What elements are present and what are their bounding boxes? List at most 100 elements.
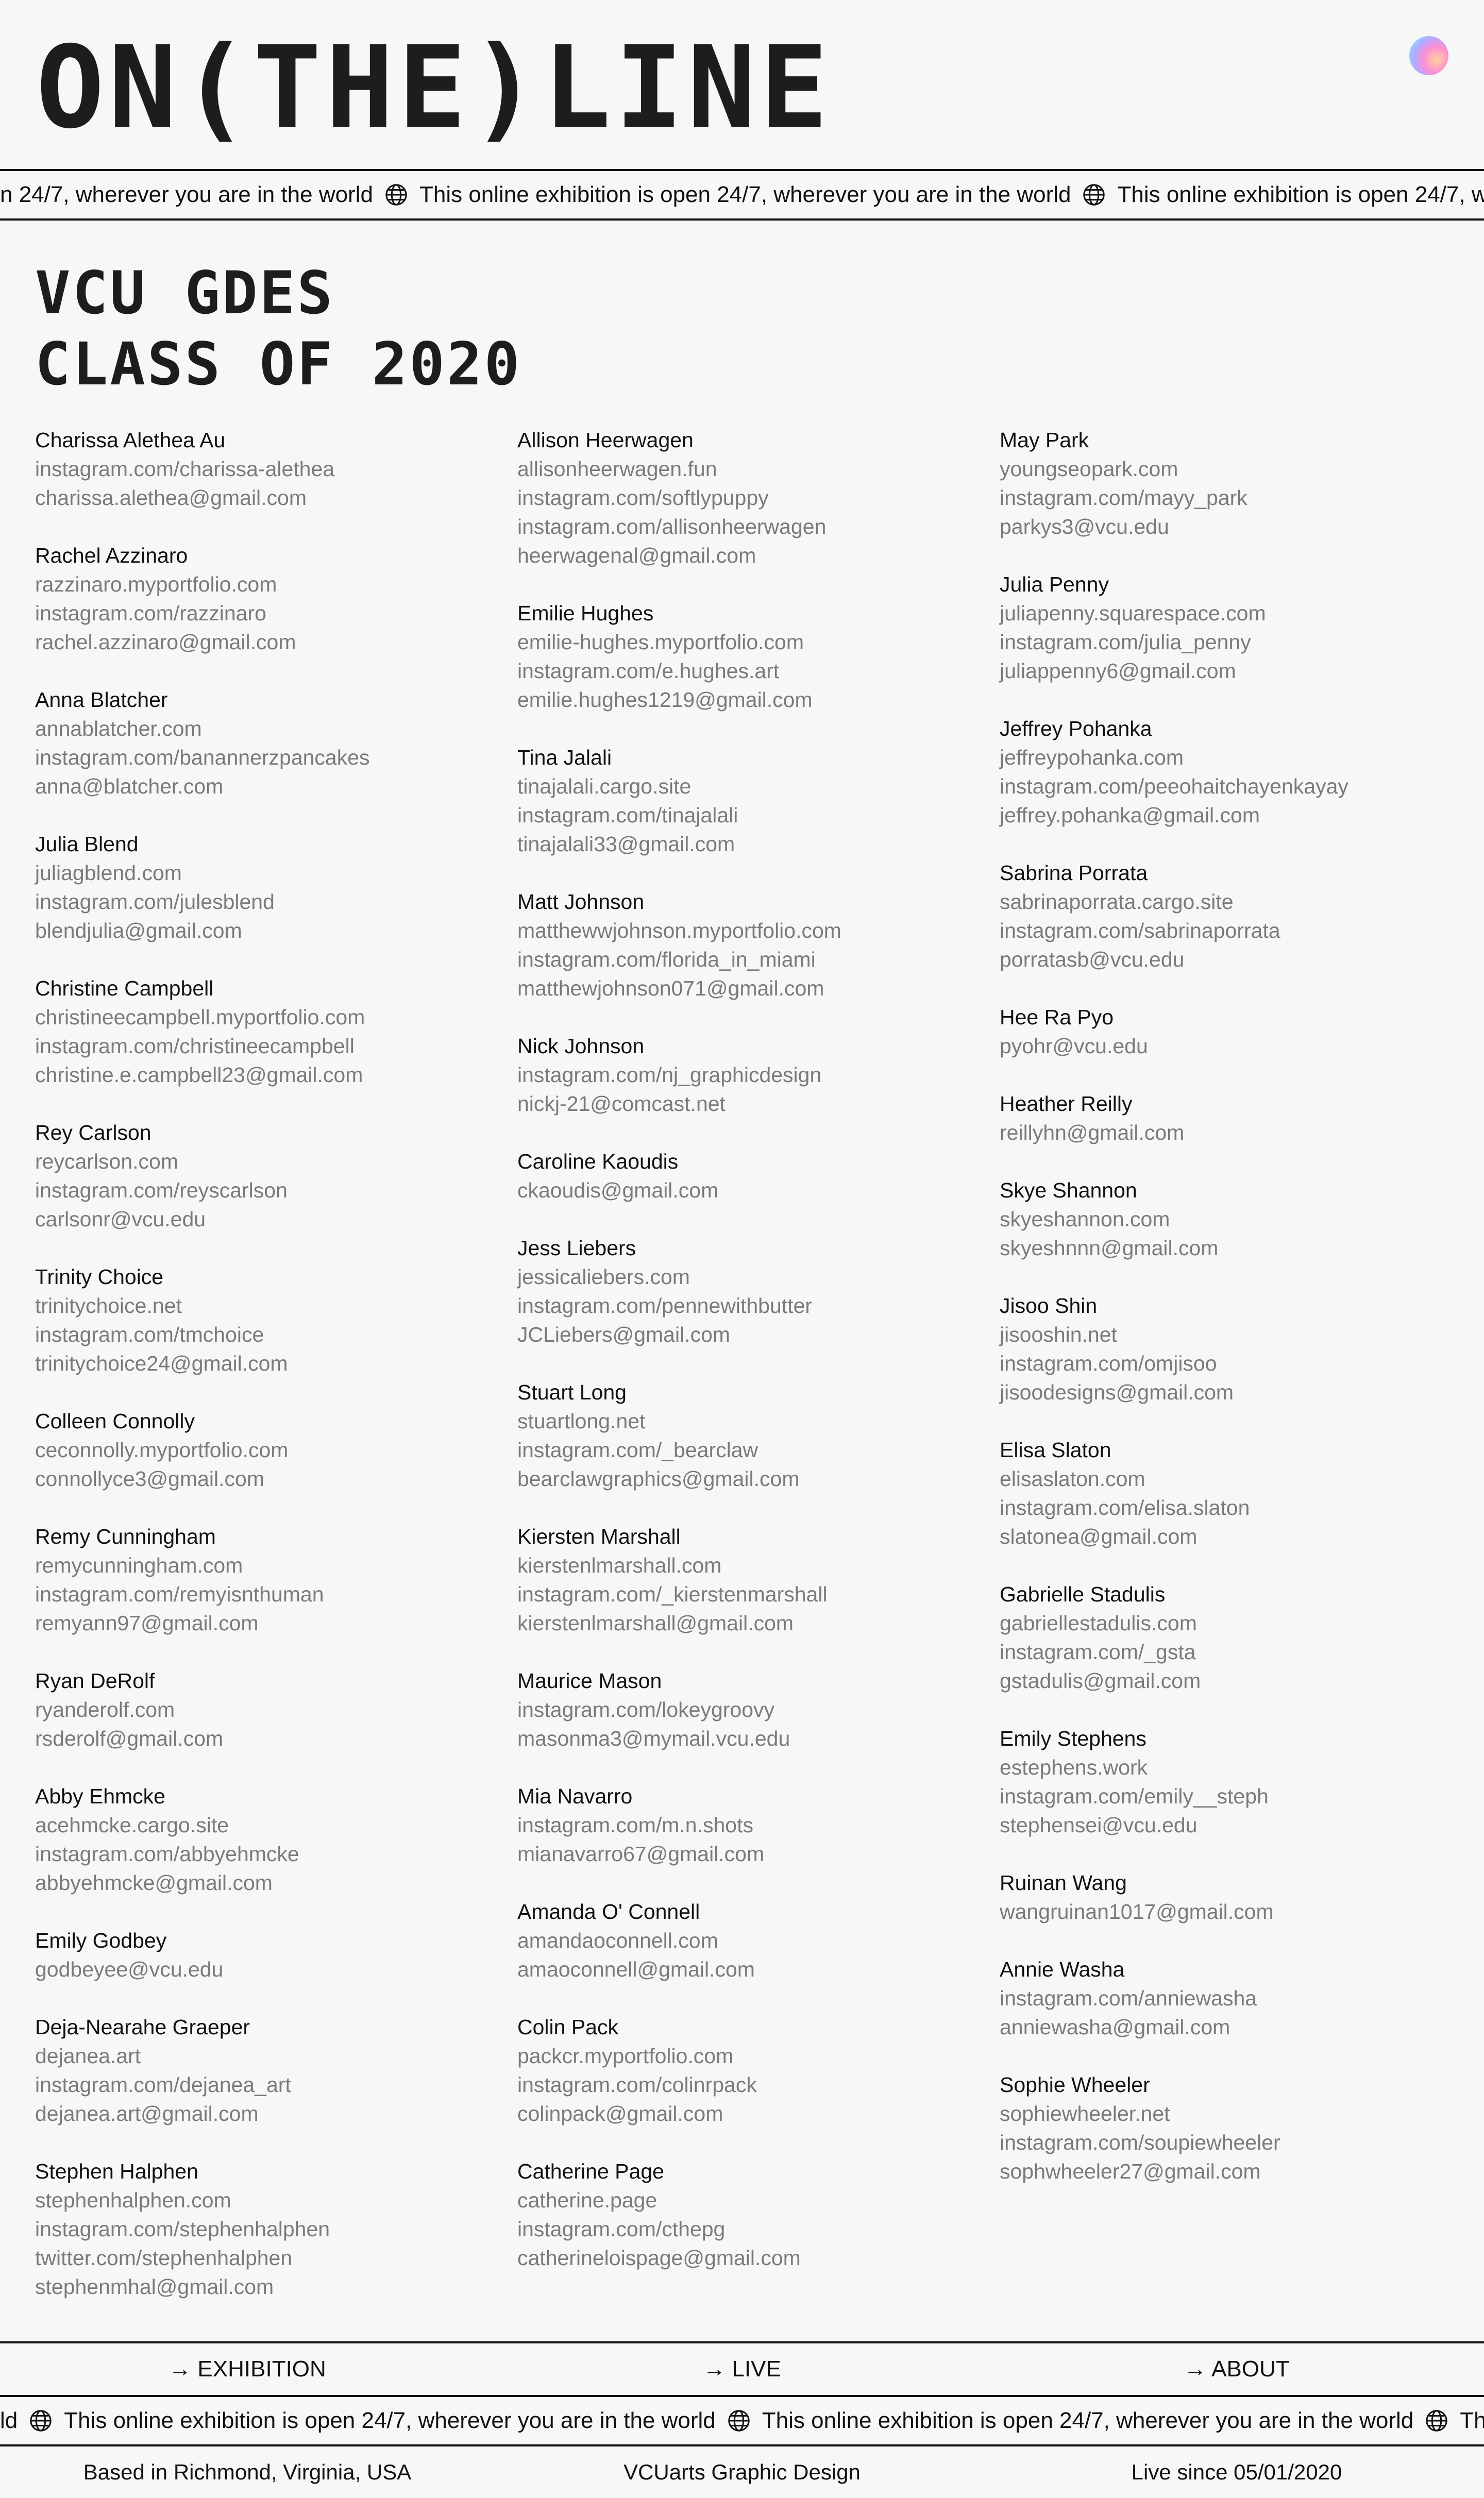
student-link[interactable]: remycunningham.com: [35, 1551, 517, 1580]
student-link[interactable]: juliappenny6@gmail.com: [1000, 656, 1452, 685]
student-link[interactable]: colinpack@gmail.com: [517, 2099, 1000, 2128]
student-link[interactable]: instagram.com/razzinaro: [35, 599, 517, 628]
student-link[interactable]: packcr.myportfolio.com: [517, 2041, 1000, 2070]
student-link[interactable]: skyeshannon.com: [1000, 1205, 1452, 1234]
student-link[interactable]: tinajalali.cargo.site: [517, 772, 1000, 801]
student-link[interactable]: kierstenlmarshall.com: [517, 1551, 1000, 1580]
student-link[interactable]: instagram.com/tinajalali: [517, 801, 1000, 830]
student-link[interactable]: trinitychoice24@gmail.com: [35, 1349, 517, 1378]
student-link[interactable]: emilie-hughes.myportfolio.com: [517, 628, 1000, 656]
student-link[interactable]: godbeyee@vcu.edu: [35, 1955, 517, 1984]
student-link[interactable]: instagram.com/dejanea_art: [35, 2070, 517, 2099]
nav-live-link[interactable]: → LIVE: [495, 2356, 989, 2382]
student-link[interactable]: charissa.alethea@gmail.com: [35, 483, 517, 512]
student-link[interactable]: dejanea.art@gmail.com: [35, 2099, 517, 2128]
student-link[interactable]: twitter.com/stephenhalphen: [35, 2243, 517, 2272]
nav-exhibition-link[interactable]: → EXHIBITION: [0, 2356, 495, 2382]
student-link[interactable]: matthewjohnson071@gmail.com: [517, 974, 1000, 1003]
student-link[interactable]: slatonea@gmail.com: [1000, 1522, 1452, 1551]
student-link[interactable]: rsderolf@gmail.com: [35, 1724, 517, 1753]
student-link[interactable]: allisonheerwagen.fun: [517, 454, 1000, 483]
student-link[interactable]: instagram.com/tmchoice: [35, 1320, 517, 1349]
student-link[interactable]: masonma3@mymail.vcu.edu: [517, 1724, 1000, 1753]
student-link[interactable]: instagram.com/_gsta: [1000, 1638, 1452, 1666]
student-link[interactable]: instagram.com/allisonheerwagen: [517, 512, 1000, 541]
student-link[interactable]: juliagblend.com: [35, 858, 517, 887]
student-link[interactable]: stephenmhal@gmail.com: [35, 2272, 517, 2301]
student-link[interactable]: instagram.com/christineecampbell: [35, 1032, 517, 1060]
student-link[interactable]: connollyce3@gmail.com: [35, 1464, 517, 1493]
student-link[interactable]: bearclawgraphics@gmail.com: [517, 1464, 1000, 1493]
student-link[interactable]: ckaoudis@gmail.com: [517, 1176, 1000, 1205]
gradient-orb-icon[interactable]: [1409, 36, 1448, 75]
student-link[interactable]: instagram.com/_bearclaw: [517, 1436, 1000, 1464]
student-link[interactable]: instagram.com/reyscarlson: [35, 1176, 517, 1205]
student-link[interactable]: reillyhn@gmail.com: [1000, 1118, 1452, 1147]
student-link[interactable]: nickj-21@comcast.net: [517, 1089, 1000, 1118]
student-link[interactable]: dejanea.art: [35, 2041, 517, 2070]
student-link[interactable]: instagram.com/banannerzpancakes: [35, 743, 517, 772]
student-link[interactable]: elisaslaton.com: [1000, 1464, 1452, 1493]
student-link[interactable]: instagram.com/emily__steph: [1000, 1782, 1452, 1811]
student-link[interactable]: pyohr@vcu.edu: [1000, 1032, 1452, 1060]
student-link[interactable]: jeffreypohanka.com: [1000, 743, 1452, 772]
student-link[interactable]: abbyehmcke@gmail.com: [35, 1868, 517, 1897]
student-link[interactable]: jisooshin.net: [1000, 1320, 1452, 1349]
student-link[interactable]: instagram.com/abbyehmcke: [35, 1839, 517, 1868]
student-link[interactable]: remyann97@gmail.com: [35, 1609, 517, 1638]
student-link[interactable]: instagram.com/julesblend: [35, 887, 517, 916]
student-link[interactable]: juliapenny.squarespace.com: [1000, 599, 1452, 628]
student-link[interactable]: carlsonr@vcu.edu: [35, 1205, 517, 1234]
student-link[interactable]: instagram.com/mayy_park: [1000, 483, 1452, 512]
student-link[interactable]: parkys3@vcu.edu: [1000, 512, 1452, 541]
student-link[interactable]: sabrinaporrata.cargo.site: [1000, 887, 1452, 916]
student-link[interactable]: stephenhalphen.com: [35, 2186, 517, 2215]
student-link[interactable]: sophwheeler27@gmail.com: [1000, 2157, 1452, 2186]
student-link[interactable]: stuartlong.net: [517, 1407, 1000, 1436]
student-link[interactable]: instagram.com/colinrpack: [517, 2070, 1000, 2099]
student-link[interactable]: christine.e.campbell23@gmail.com: [35, 1060, 517, 1089]
student-link[interactable]: amandaoconnell.com: [517, 1926, 1000, 1955]
student-link[interactable]: instagram.com/_kierstenmarshall: [517, 1580, 1000, 1609]
student-link[interactable]: heerwagenal@gmail.com: [517, 541, 1000, 570]
student-link[interactable]: tinajalali33@gmail.com: [517, 830, 1000, 858]
student-link[interactable]: instagram.com/soupiewheeler: [1000, 2128, 1452, 2157]
student-link[interactable]: instagram.com/e.hughes.art: [517, 656, 1000, 685]
student-link[interactable]: jeffrey.pohanka@gmail.com: [1000, 801, 1452, 830]
student-link[interactable]: annablatcher.com: [35, 714, 517, 743]
student-link[interactable]: instagram.com/lokeygroovy: [517, 1695, 1000, 1724]
student-link[interactable]: instagram.com/stephenhalphen: [35, 2215, 517, 2243]
student-link[interactable]: mianavarro67@gmail.com: [517, 1839, 1000, 1868]
student-link[interactable]: emilie.hughes1219@gmail.com: [517, 685, 1000, 714]
student-link[interactable]: instagram.com/omjisoo: [1000, 1349, 1452, 1378]
student-link[interactable]: kierstenlmarshall@gmail.com: [517, 1609, 1000, 1638]
student-link[interactable]: rachel.azzinaro@gmail.com: [35, 628, 517, 656]
student-link[interactable]: youngseopark.com: [1000, 454, 1452, 483]
student-link[interactable]: instagram.com/cthepg: [517, 2215, 1000, 2243]
student-link[interactable]: instagram.com/julia_penny: [1000, 628, 1452, 656]
nav-about-link[interactable]: → ABOUT: [989, 2356, 1484, 2382]
student-link[interactable]: JCLiebers@gmail.com: [517, 1320, 1000, 1349]
student-link[interactable]: trinitychoice.net: [35, 1291, 517, 1320]
student-link[interactable]: jisoodesigns@gmail.com: [1000, 1378, 1452, 1407]
student-link[interactable]: instagram.com/elisa.slaton: [1000, 1493, 1452, 1522]
student-link[interactable]: blendjulia@gmail.com: [35, 916, 517, 945]
student-link[interactable]: instagram.com/pennewithbutter: [517, 1291, 1000, 1320]
student-link[interactable]: instagram.com/sabrinaporrata: [1000, 916, 1452, 945]
student-link[interactable]: christineecampbell.myportfolio.com: [35, 1003, 517, 1032]
student-link[interactable]: instagram.com/m.n.shots: [517, 1811, 1000, 1839]
student-link[interactable]: gabriellestadulis.com: [1000, 1609, 1452, 1638]
student-link[interactable]: ryanderolf.com: [35, 1695, 517, 1724]
student-link[interactable]: sophiewheeler.net: [1000, 2099, 1452, 2128]
student-link[interactable]: skyeshnnn@gmail.com: [1000, 1234, 1452, 1262]
student-link[interactable]: instagram.com/softlypuppy: [517, 483, 1000, 512]
student-link[interactable]: gstadulis@gmail.com: [1000, 1666, 1452, 1695]
student-link[interactable]: estephens.work: [1000, 1753, 1452, 1782]
student-link[interactable]: reycarlson.com: [35, 1147, 517, 1176]
student-link[interactable]: stephensei@vcu.edu: [1000, 1811, 1452, 1839]
site-logo[interactable]: ON(THE)LINE: [36, 31, 832, 144]
student-link[interactable]: jessicaliebers.com: [517, 1262, 1000, 1291]
student-link[interactable]: instagram.com/remyisnthuman: [35, 1580, 517, 1609]
student-link[interactable]: razzinaro.myportfolio.com: [35, 570, 517, 599]
student-link[interactable]: catherineloispage@gmail.com: [517, 2243, 1000, 2272]
